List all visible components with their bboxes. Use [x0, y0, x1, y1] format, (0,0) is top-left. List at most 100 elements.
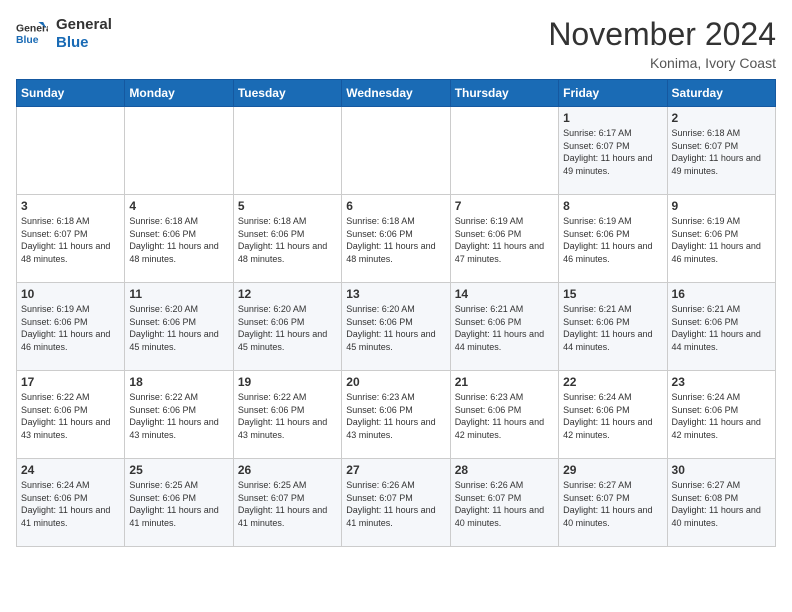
day-info: Sunrise: 6:19 AM Sunset: 6:06 PM Dayligh… — [455, 215, 554, 265]
day-number: 11 — [129, 287, 228, 301]
day-info: Sunrise: 6:21 AM Sunset: 6:06 PM Dayligh… — [455, 303, 554, 353]
day-info: Sunrise: 6:24 AM Sunset: 6:06 PM Dayligh… — [21, 479, 120, 529]
day-number: 22 — [563, 375, 662, 389]
weekday-header-sunday: Sunday — [17, 80, 125, 107]
page-header: General Blue General Blue November 2024 … — [16, 16, 776, 71]
calendar-cell: 6Sunrise: 6:18 AM Sunset: 6:06 PM Daylig… — [342, 195, 450, 283]
day-info: Sunrise: 6:23 AM Sunset: 6:06 PM Dayligh… — [455, 391, 554, 441]
day-info: Sunrise: 6:22 AM Sunset: 6:06 PM Dayligh… — [238, 391, 337, 441]
day-info: Sunrise: 6:19 AM Sunset: 6:06 PM Dayligh… — [672, 215, 771, 265]
weekday-header-wednesday: Wednesday — [342, 80, 450, 107]
calendar-cell: 28Sunrise: 6:26 AM Sunset: 6:07 PM Dayli… — [450, 459, 558, 547]
day-info: Sunrise: 6:20 AM Sunset: 6:06 PM Dayligh… — [129, 303, 228, 353]
logo: General Blue General Blue — [16, 16, 112, 52]
calendar-cell: 26Sunrise: 6:25 AM Sunset: 6:07 PM Dayli… — [233, 459, 341, 547]
calendar-cell: 4 Sunrise: 6:18 AM Sunset: 6:06 PM Daylig… — [125, 195, 233, 283]
day-info: Sunrise: 6:17 AM Sunset: 6:07 PM Dayligh… — [563, 127, 662, 177]
day-number: 16 — [672, 287, 771, 301]
day-info: Sunrise: 6:19 AM Sunset: 6:06 PM Dayligh… — [563, 215, 662, 265]
day-number: 30 — [672, 463, 771, 477]
day-number: 24 — [21, 463, 120, 477]
day-number: 7 — [455, 199, 554, 213]
day-number: 2 — [672, 111, 771, 125]
calendar-cell: 22 Sunrise: 6:24 AM Sunset: 6:06 PM Dayli… — [559, 371, 667, 459]
day-number: 19 — [238, 375, 337, 389]
calendar-cell — [233, 107, 341, 195]
day-info: Sunrise: 6:20 AM Sunset: 6:06 PM Dayligh… — [346, 303, 445, 353]
day-info: Sunrise: 6:24 AM Sunset: 6:06 PM Dayligh… — [563, 391, 662, 441]
day-number: 12 — [238, 287, 337, 301]
calendar-cell: 12 Sunrise: 6:20 AM Sunset: 6:06 PM Dayli… — [233, 283, 341, 371]
calendar-cell: 3Sunrise: 6:18 AM Sunset: 6:07 PM Daylig… — [17, 195, 125, 283]
day-info: Sunrise: 6:21 AM Sunset: 6:06 PM Dayligh… — [563, 303, 662, 353]
calendar-cell: 30 Sunrise: 6:27 AM Sunset: 6:08 PM Dayli… — [667, 459, 775, 547]
calendar-cell: 8 Sunrise: 6:19 AM Sunset: 6:06 PM Daylig… — [559, 195, 667, 283]
day-info: Sunrise: 6:21 AM Sunset: 6:06 PM Dayligh… — [672, 303, 771, 353]
day-number: 17 — [21, 375, 120, 389]
title-block: November 2024 Konima, Ivory Coast — [548, 16, 776, 71]
weekday-header-tuesday: Tuesday — [233, 80, 341, 107]
calendar-table: SundayMondayTuesdayWednesdayThursdayFrid… — [16, 79, 776, 547]
logo-text-blue: Blue — [56, 34, 112, 52]
calendar-cell: 11 Sunrise: 6:20 AM Sunset: 6:06 PM Dayli… — [125, 283, 233, 371]
day-number: 9 — [672, 199, 771, 213]
calendar-cell: 21Sunrise: 6:23 AM Sunset: 6:06 PM Dayli… — [450, 371, 558, 459]
calendar-cell — [17, 107, 125, 195]
calendar-cell: 15 Sunrise: 6:21 AM Sunset: 6:06 PM Dayli… — [559, 283, 667, 371]
calendar-cell: 9 Sunrise: 6:19 AM Sunset: 6:06 PM Daylig… — [667, 195, 775, 283]
calendar-cell: 17 Sunrise: 6:22 AM Sunset: 6:06 PM Dayli… — [17, 371, 125, 459]
weekday-header-friday: Friday — [559, 80, 667, 107]
day-number: 29 — [563, 463, 662, 477]
calendar-cell: 23 Sunrise: 6:24 AM Sunset: 6:06 PM Dayli… — [667, 371, 775, 459]
day-number: 13 — [346, 287, 445, 301]
calendar-cell: 16 Sunrise: 6:21 AM Sunset: 6:06 PM Dayli… — [667, 283, 775, 371]
day-info: Sunrise: 6:19 AM Sunset: 6:06 PM Dayligh… — [21, 303, 120, 353]
day-number: 20 — [346, 375, 445, 389]
calendar-cell: 29 Sunrise: 6:27 AM Sunset: 6:07 PM Dayli… — [559, 459, 667, 547]
day-number: 10 — [21, 287, 120, 301]
calendar-cell: 19 Sunrise: 6:22 AM Sunset: 6:06 PM Dayli… — [233, 371, 341, 459]
day-number: 15 — [563, 287, 662, 301]
calendar-cell: 25 Sunrise: 6:25 AM Sunset: 6:06 PM Dayli… — [125, 459, 233, 547]
day-number: 27 — [346, 463, 445, 477]
day-info: Sunrise: 6:22 AM Sunset: 6:06 PM Dayligh… — [21, 391, 120, 441]
weekday-header-saturday: Saturday — [667, 80, 775, 107]
day-number: 18 — [129, 375, 228, 389]
calendar-cell: 2 Sunrise: 6:18 AM Sunset: 6:07 PM Daylig… — [667, 107, 775, 195]
calendar-cell: 24 Sunrise: 6:24 AM Sunset: 6:06 PM Dayli… — [17, 459, 125, 547]
logo-text-general: General — [56, 16, 112, 34]
day-info: Sunrise: 6:26 AM Sunset: 6:07 PM Dayligh… — [455, 479, 554, 529]
calendar-cell: 27 Sunrise: 6:26 AM Sunset: 6:07 PM Dayli… — [342, 459, 450, 547]
day-number: 14 — [455, 287, 554, 301]
day-number: 5 — [238, 199, 337, 213]
day-info: Sunrise: 6:20 AM Sunset: 6:06 PM Dayligh… — [238, 303, 337, 353]
day-info: Sunrise: 6:25 AM Sunset: 6:06 PM Dayligh… — [129, 479, 228, 529]
day-info: Sunrise: 6:18 AM Sunset: 6:06 PM Dayligh… — [129, 215, 228, 265]
day-info: Sunrise: 6:18 AM Sunset: 6:06 PM Dayligh… — [238, 215, 337, 265]
logo-icon: General Blue — [16, 20, 48, 48]
day-number: 4 — [129, 199, 228, 213]
day-info: Sunrise: 6:23 AM Sunset: 6:06 PM Dayligh… — [346, 391, 445, 441]
day-info: Sunrise: 6:18 AM Sunset: 6:06 PM Dayligh… — [346, 215, 445, 265]
day-info: Sunrise: 6:27 AM Sunset: 6:08 PM Dayligh… — [672, 479, 771, 529]
day-number: 25 — [129, 463, 228, 477]
calendar-cell: 20 Sunrise: 6:23 AM Sunset: 6:06 PM Dayli… — [342, 371, 450, 459]
day-info: Sunrise: 6:22 AM Sunset: 6:06 PM Dayligh… — [129, 391, 228, 441]
calendar-cell: 5 Sunrise: 6:18 AM Sunset: 6:06 PM Daylig… — [233, 195, 341, 283]
weekday-header-thursday: Thursday — [450, 80, 558, 107]
day-info: Sunrise: 6:27 AM Sunset: 6:07 PM Dayligh… — [563, 479, 662, 529]
day-number: 8 — [563, 199, 662, 213]
day-info: Sunrise: 6:26 AM Sunset: 6:07 PM Dayligh… — [346, 479, 445, 529]
calendar-cell: 18 Sunrise: 6:22 AM Sunset: 6:06 PM Dayli… — [125, 371, 233, 459]
calendar-cell — [342, 107, 450, 195]
calendar-cell: 14 Sunrise: 6:21 AM Sunset: 6:06 PM Dayli… — [450, 283, 558, 371]
day-number: 23 — [672, 375, 771, 389]
weekday-header-monday: Monday — [125, 80, 233, 107]
day-number: 3 — [21, 199, 120, 213]
calendar-cell: 13 Sunrise: 6:20 AM Sunset: 6:06 PM Dayli… — [342, 283, 450, 371]
calendar-cell: 10 Sunrise: 6:19 AM Sunset: 6:06 PM Dayli… — [17, 283, 125, 371]
day-number: 26 — [238, 463, 337, 477]
day-info: Sunrise: 6:18 AM Sunset: 6:07 PM Dayligh… — [672, 127, 771, 177]
calendar-cell: 1Sunrise: 6:17 AM Sunset: 6:07 PM Daylig… — [559, 107, 667, 195]
day-info: Sunrise: 6:24 AM Sunset: 6:06 PM Dayligh… — [672, 391, 771, 441]
